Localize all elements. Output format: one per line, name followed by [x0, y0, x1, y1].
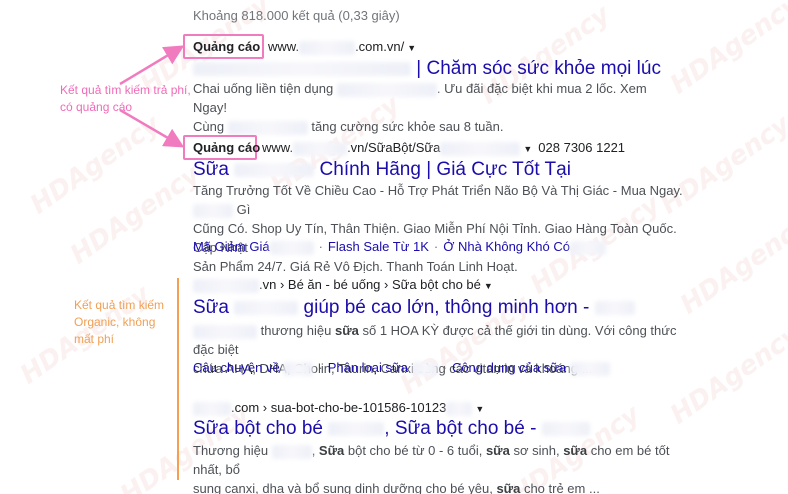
arrow-to-ad-1: [119, 45, 185, 86]
arrow-to-ad-2: [119, 108, 185, 148]
annotation-arrows: [119, 45, 185, 148]
